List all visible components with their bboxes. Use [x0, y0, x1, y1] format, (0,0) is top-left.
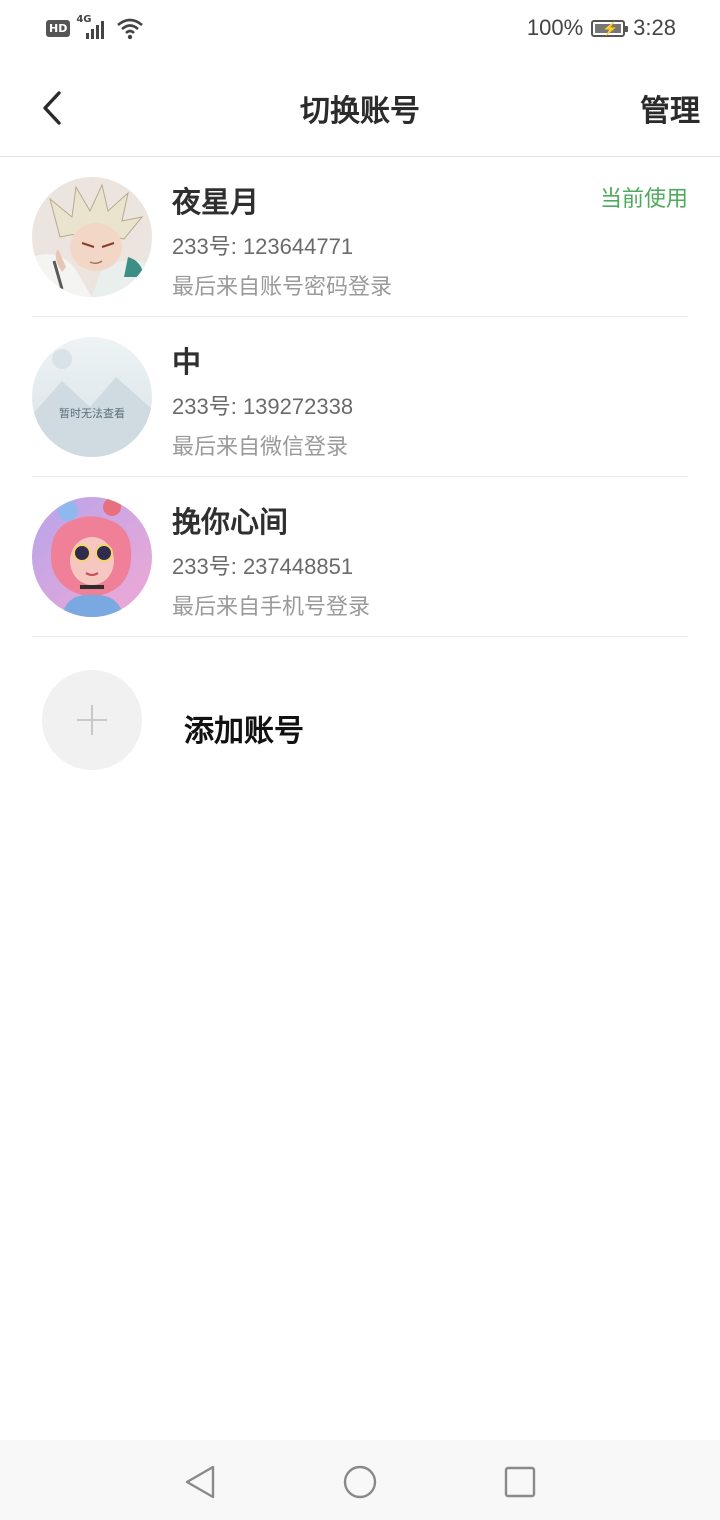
app-header: 切换账号 管理	[0, 60, 720, 157]
account-list: 夜星月 233号: 123644771 最后来自账号密码登录 当前使用 暂时无法	[0, 157, 720, 637]
system-navigation-bar	[0, 1440, 720, 1520]
login-source: 最后来自账号密码登录	[172, 275, 393, 300]
circle-home-icon	[343, 1465, 377, 1499]
add-account-label: 添加账号	[184, 714, 304, 749]
nav-back-button[interactable]	[178, 1460, 222, 1504]
avatar	[32, 337, 152, 457]
account-item[interactable]: 挽你心间 233号: 237448851 最后来自手机号登录	[0, 477, 720, 637]
account-id: 233号: 139272338	[172, 389, 353, 421]
account-id-number: 123644771	[242, 234, 354, 259]
plus-icon	[42, 670, 142, 770]
triangle-back-icon	[185, 1465, 215, 1499]
cellular-signal-icon: 4G	[76, 14, 110, 41]
anime-girl-avatar-image	[32, 497, 152, 617]
nav-home-button[interactable]	[338, 1460, 382, 1504]
account-name: 挽你心间	[172, 505, 289, 539]
login-source: 最后来自微信登录	[172, 435, 349, 460]
account-item[interactable]: 暂时无法查看 中 233号: 139272338 最后来自微信登录	[0, 317, 720, 477]
account-id-label: 233号:	[172, 394, 243, 419]
status-bar: HD 4G 100% ⚡ 3:28	[0, 0, 720, 60]
account-id: 233号: 237448851	[172, 549, 353, 581]
manage-button[interactable]: 管理	[640, 86, 700, 130]
account-id-label: 233号:	[172, 554, 243, 579]
account-id: 233号: 123644771	[172, 229, 353, 261]
avatar-placeholder-text: 暂时无法查看	[59, 407, 125, 420]
wifi-icon	[117, 18, 144, 40]
account-name: 夜星月	[172, 185, 260, 219]
divider	[32, 636, 688, 637]
hd-badge: HD	[46, 19, 71, 37]
add-account-button[interactable]: 添加账号	[0, 640, 720, 800]
nav-recents-button[interactable]	[498, 1460, 542, 1504]
current-account-badge: 当前使用	[599, 187, 688, 212]
image-placeholder-icon	[32, 337, 152, 457]
avatar	[32, 177, 152, 297]
anime-boy-avatar-image	[32, 177, 152, 297]
account-id-number: 139272338	[242, 394, 354, 419]
battery-icon: ⚡	[591, 19, 629, 37]
square-recents-icon	[504, 1466, 536, 1498]
clock: 3:28	[633, 15, 676, 40]
account-id-number: 237448851	[242, 554, 354, 579]
page-title: 切换账号	[300, 94, 420, 129]
status-left: HD 4G	[46, 14, 144, 42]
account-id-label: 233号:	[172, 234, 243, 259]
battery-percent: 100%	[526, 15, 584, 40]
login-source: 最后来自手机号登录	[172, 595, 371, 620]
account-name: 中	[172, 345, 202, 379]
avatar	[32, 497, 152, 617]
account-item[interactable]: 夜星月 233号: 123644771 最后来自账号密码登录 当前使用	[0, 157, 720, 317]
status-right: 100% ⚡ 3:28	[527, 14, 676, 42]
